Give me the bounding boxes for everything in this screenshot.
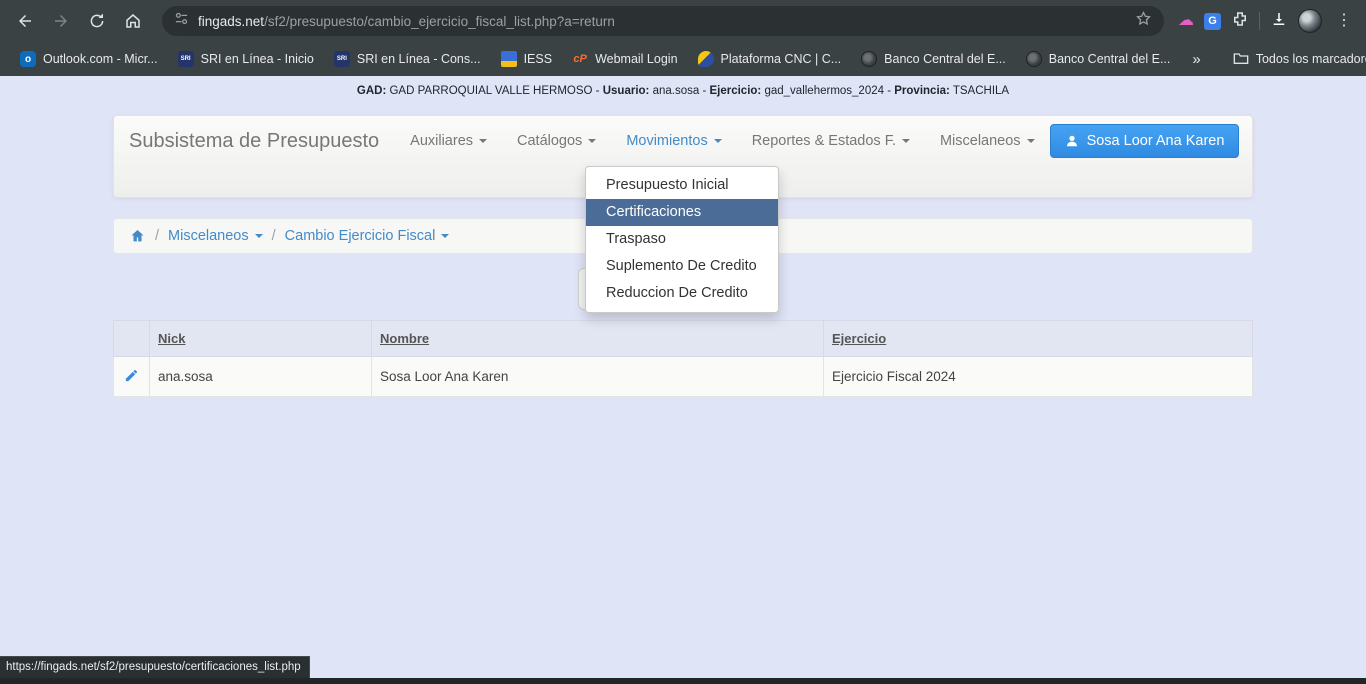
dropdown-item-traspaso[interactable]: Traspaso — [586, 226, 778, 253]
edit-cell[interactable] — [114, 357, 150, 397]
breadcrumb-link-cambio-ejercicio[interactable]: Cambio Ejercicio Fiscal — [285, 228, 450, 244]
app-title: Subsistema de Presupuesto — [129, 130, 379, 153]
bookmark-label: Outlook.com - Micr... — [43, 52, 158, 66]
bookmark-item[interactable]: SRI SRI en Línea - Cons... — [326, 47, 489, 71]
info-value: gad_vallehermos_2024 — [761, 85, 884, 97]
extensions-puzzle-icon[interactable] — [1231, 10, 1249, 33]
link-preview-status: https://fingads.net/sf2/presupuesto/cert… — [0, 656, 310, 678]
back-icon[interactable] — [10, 6, 40, 36]
user-menu-button[interactable]: Sosa Loor Ana Karen — [1050, 124, 1240, 158]
nav-item-miscelaneos[interactable]: Miscelaneos — [925, 133, 1050, 149]
chevron-down-icon — [479, 139, 487, 143]
bookmark-star-icon[interactable] — [1135, 10, 1152, 32]
nav-item-reportes-estados-f-[interactable]: Reportes & Estados F. — [737, 133, 925, 149]
bookmark-item[interactable]: o Outlook.com - Micr... — [12, 47, 166, 71]
bookmark-item[interactable]: Plataforma CNC | C... — [690, 47, 850, 71]
column-header-nombre[interactable]: Nombre — [372, 321, 824, 357]
ejercicio-cell: Ejercicio Fiscal 2024 — [824, 357, 1253, 397]
nav-item-label: Auxiliares — [410, 133, 473, 149]
nav-item-label: Movimientos — [626, 133, 707, 149]
breadcrumb-separator: / — [272, 228, 276, 244]
site-info-icon[interactable] — [174, 11, 189, 31]
bookmark-item[interactable]: Banco Central del E... — [1018, 47, 1179, 71]
iess-favicon — [501, 51, 517, 67]
taskbar-edge — [0, 678, 1366, 684]
bookmark-label: Banco Central del E... — [884, 52, 1006, 66]
column-header-nick[interactable]: Nick — [150, 321, 372, 357]
chevron-down-icon — [588, 139, 596, 143]
breadcrumb-home-icon[interactable] — [129, 228, 146, 244]
nav-item-auxiliares[interactable]: Auxiliares — [395, 133, 502, 149]
bookmark-label: Banco Central del E... — [1049, 52, 1171, 66]
profile-avatar[interactable] — [1298, 9, 1322, 33]
bank-favicon — [861, 51, 877, 67]
bookmark-label: IESS — [524, 52, 553, 66]
dropdown-item-reduccion-de-credito[interactable]: Reduccion De Credito — [586, 280, 778, 307]
user-icon — [1065, 134, 1079, 148]
outlook-favicon: o — [20, 51, 36, 67]
info-label: Ejercicio: — [709, 85, 761, 97]
all-bookmarks-label: Todos los marcadores — [1256, 52, 1366, 66]
info-value: ana.sosa — [649, 85, 699, 97]
bookmark-label: Plataforma CNC | C... — [721, 52, 842, 66]
info-value: TSACHILA — [950, 85, 1009, 97]
info-label: GAD: — [357, 85, 386, 97]
bank-favicon — [1026, 51, 1042, 67]
bookmark-label: Webmail Login — [595, 52, 677, 66]
browser-toolbar: fingads.net/sf2/presupuesto/cambio_ejerc… — [0, 0, 1366, 42]
browser-menu-icon[interactable]: ⋮ — [1332, 13, 1356, 29]
translate-icon[interactable]: G — [1204, 13, 1221, 30]
all-bookmarks-button[interactable]: Todos los marcadores — [1225, 47, 1366, 72]
info-label: Provincia: — [894, 85, 950, 97]
column-header-ejercicio[interactable]: Ejercicio — [824, 321, 1253, 357]
cpanel-favicon: cP — [572, 51, 588, 67]
bookmark-item[interactable]: IESS — [493, 47, 561, 71]
movimientos-dropdown-menu: Presupuesto InicialCertificacionesTraspa… — [585, 166, 779, 313]
bookmarks-overflow-chevron[interactable]: » — [1182, 51, 1210, 68]
info-value: GAD PARROQUIAL VALLE HERMOSO — [386, 85, 592, 97]
nav-item-label: Catálogos — [517, 133, 582, 149]
home-icon[interactable] — [118, 6, 148, 36]
dropdown-item-certificaciones[interactable]: Certificaciones — [586, 199, 778, 226]
bookmark-item[interactable]: SRI SRI en Línea - Inicio — [170, 47, 322, 71]
chevron-down-icon — [714, 139, 722, 143]
session-info-bar: GAD: GAD PARROQUIAL VALLE HERMOSO - Usua… — [0, 76, 1366, 100]
sri-favicon: SRI — [178, 51, 194, 67]
url-text: fingads.net/sf2/presupuesto/cambio_ejerc… — [198, 14, 1126, 29]
cnc-favicon — [698, 51, 714, 67]
info-label: Usuario: — [603, 85, 650, 97]
dropdown-item-suplemento-de-credito[interactable]: Suplemento De Credito — [586, 253, 778, 280]
nav-item-label: Reportes & Estados F. — [752, 133, 896, 149]
column-header-actions — [114, 321, 150, 357]
nav-item-movimientos[interactable]: Movimientos — [611, 133, 736, 149]
nombre-cell: Sosa Loor Ana Karen — [372, 357, 824, 397]
bookmark-item[interactable]: cP Webmail Login — [564, 47, 685, 71]
nav-item-label: Miscelaneos — [940, 133, 1021, 149]
chevron-down-icon — [902, 139, 910, 143]
forward-icon[interactable] — [46, 6, 76, 36]
extension-cloud-icon[interactable]: ☁ — [1178, 13, 1194, 29]
bookmark-item[interactable]: Banco Central del E... — [853, 47, 1014, 71]
url-bar[interactable]: fingads.net/sf2/presupuesto/cambio_ejerc… — [162, 6, 1164, 36]
bookmark-label: SRI en Línea - Inicio — [201, 52, 314, 66]
nav-item-cat-logos[interactable]: Catálogos — [502, 133, 611, 149]
reload-icon[interactable] — [82, 6, 112, 36]
breadcrumb-separator: / — [155, 228, 159, 244]
user-name-label: Sosa Loor Ana Karen — [1087, 133, 1225, 149]
downloads-icon[interactable] — [1270, 10, 1288, 33]
bookmarks-bar: o Outlook.com - Micr... SRI SRI en Línea - … — [0, 42, 1366, 76]
edit-pencil-icon[interactable] — [124, 368, 139, 383]
chevron-down-icon — [1027, 139, 1035, 143]
toolbar-separator — [1259, 12, 1260, 30]
nick-cell: ana.sosa — [150, 357, 372, 397]
sri-favicon: SRI — [334, 51, 350, 67]
table-row: ana.sosaSosa Loor Ana KarenEjercicio Fis… — [114, 357, 1253, 397]
bookmark-label: SRI en Línea - Cons... — [357, 52, 481, 66]
folder-icon — [1233, 51, 1249, 68]
dropdown-item-presupuesto-inicial[interactable]: Presupuesto Inicial — [586, 172, 778, 199]
users-table: NickNombreEjercicio ana.sosaSosa Loor An… — [113, 320, 1253, 397]
breadcrumb-link-miscelaneos[interactable]: Miscelaneos — [168, 228, 263, 244]
